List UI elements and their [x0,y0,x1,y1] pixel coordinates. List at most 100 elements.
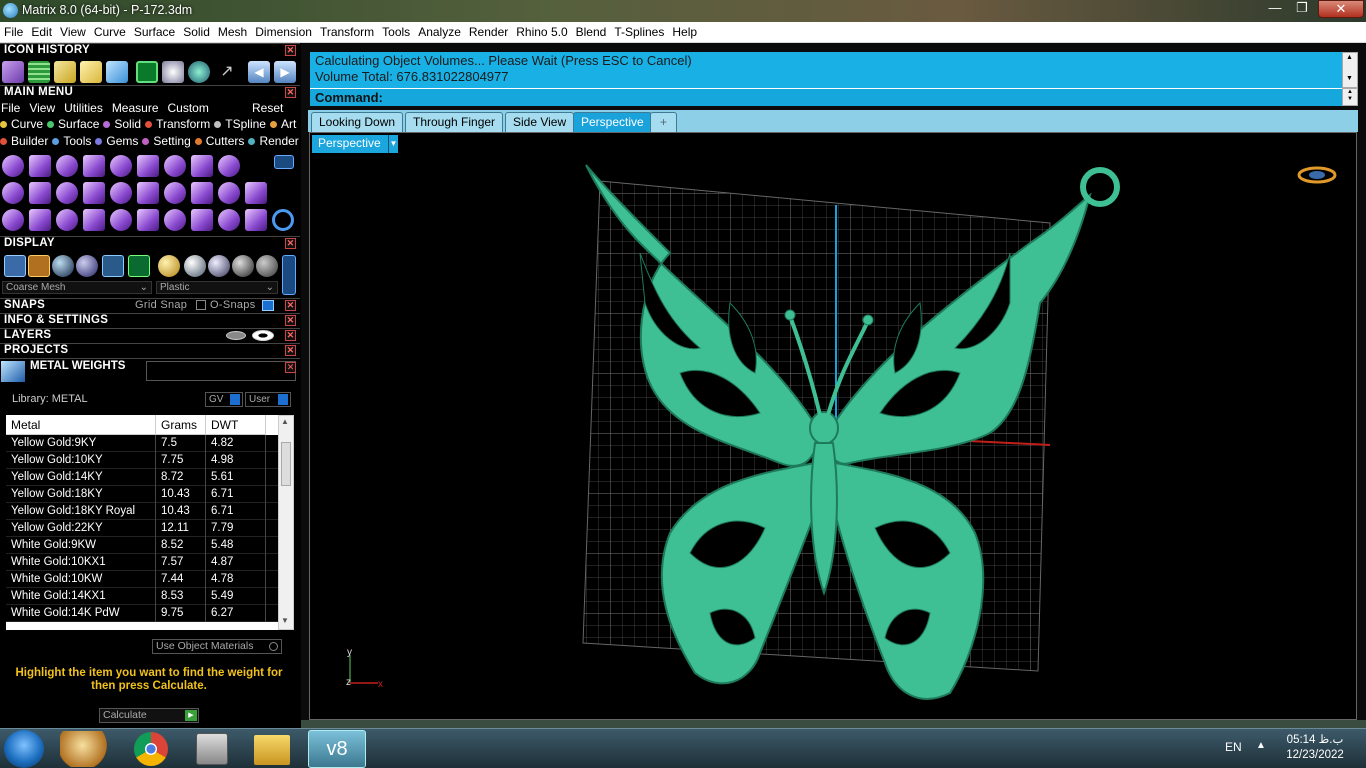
calculator-icon[interactable] [196,733,228,765]
material-select[interactable]: Plastic ⌄ [156,281,278,294]
start-button-icon[interactable] [4,730,44,768]
close-icon[interactable]: ✕ [285,345,296,356]
tray-expand-icon[interactable]: ▲ [1256,740,1266,751]
resize-icon[interactable]: ↗ [216,61,238,83]
cube-solid-icon[interactable] [29,182,51,204]
move-tool-icon[interactable] [110,209,132,231]
globe-icon[interactable] [188,61,210,83]
cylinder-solid-icon[interactable] [137,182,159,204]
splash-tool-icon[interactable] [164,209,186,231]
table-row[interactable]: White Gold:14K PdW 9.75 6.27 [6,605,278,622]
menu-mesh[interactable]: Mesh [214,22,251,43]
cylinder-tool-icon[interactable] [191,155,213,177]
xray-icon[interactable] [102,255,124,277]
table-row[interactable]: Yellow Gold:10KY 7.75 4.98 [6,452,278,469]
close-icon[interactable]: ✕ [285,315,296,326]
menu-tools[interactable]: Tools [378,22,414,43]
tab-through-finger[interactable]: Through Finger [405,112,504,132]
menu-curve[interactable]: Curve [90,22,130,43]
split-tool-icon[interactable] [83,209,105,231]
category-surface[interactable]: Surface [47,117,99,131]
scroll-down-icon[interactable]: ▼ [1346,75,1353,82]
info-settings-header[interactable]: INFO & SETTINGS ✕ [0,313,300,327]
clock[interactable]: 05:14 ب.ظ 12/23/2022 [1270,733,1360,763]
category-render[interactable]: Render [248,134,299,148]
arc-rotate-icon[interactable] [29,209,51,231]
ghosted-icon[interactable] [28,255,50,277]
scroll-thumb[interactable] [281,442,291,486]
chrome-icon[interactable] [134,732,168,766]
menu-blend[interactable]: Blend [572,22,611,43]
scroll-up-icon[interactable]: ▲ [281,417,289,426]
box-array-icon[interactable] [54,61,76,83]
folder-icon[interactable] [254,735,290,765]
category-tspline[interactable]: TSpline [214,117,266,131]
table-row[interactable]: White Gold:10KX1 7.57 4.87 [6,554,278,571]
command-input[interactable]: Command: [310,88,1342,106]
minimize-icon[interactable]: — [1262,0,1288,18]
close-icon[interactable]: ✕ [285,238,296,249]
calculate-button[interactable]: Calculate ▶ [99,708,199,723]
menu-edit[interactable]: Edit [27,22,56,43]
sphere-tool-icon[interactable] [2,155,24,177]
table-row[interactable]: Yellow Gold:18KY 10.43 6.71 [6,486,278,503]
scroll-down-icon[interactable]: ▼ [281,616,289,625]
gear-tool-icon[interactable] [83,155,105,177]
paraboloid-icon[interactable] [245,182,267,204]
menu-render[interactable]: Render [465,22,512,43]
close-icon[interactable]: ✕ [1318,0,1364,18]
array-tool-icon[interactable] [2,209,24,231]
category-art[interactable]: Art [269,117,296,131]
close-icon[interactable]: ✕ [285,87,296,98]
scroll-up-icon[interactable]: ▲ [1346,54,1353,61]
display-scroll-icon[interactable] [282,255,296,295]
category-gems[interactable]: Gems [95,134,138,148]
menu-rhino[interactable]: Rhino 5.0 [512,22,571,43]
column-header-grams[interactable]: Grams [156,415,206,435]
mm-view[interactable]: View [28,100,55,116]
cone-icon[interactable] [106,61,128,83]
table-row[interactable]: White Gold:10KW 7.44 4.78 [6,571,278,588]
menu-transform[interactable]: Transform [316,22,378,43]
mm-measure[interactable]: Measure [111,100,159,116]
table-row[interactable]: Yellow Gold:9KY 7.5 4.82 [6,435,278,452]
torus-icon[interactable] [110,182,132,204]
matte-material-icon[interactable] [232,255,254,277]
category-solid[interactable]: Solid [103,117,141,131]
main-menu-header[interactable]: MAIN MENU ✕ [0,85,300,99]
sphere-solid-icon[interactable] [56,182,78,204]
edit-tool-icon[interactable] [191,209,213,231]
spiral-tool-icon[interactable] [29,155,51,177]
gv-toggle[interactable]: GV [205,392,243,407]
snaps-toggle-icon[interactable] [262,300,274,311]
snaps-header[interactable]: SNAPS Grid Snap O-Snaps ✕ [0,298,300,312]
column-header-metal[interactable]: Metal [6,415,156,435]
icon-history-header[interactable]: ICON HISTORY ✕ [0,43,300,57]
selection-tool-icon[interactable] [274,155,294,169]
menu-dimension[interactable]: Dimension [251,22,316,43]
osnap-checkbox[interactable] [196,300,206,310]
perspective-viewport[interactable]: Perspective ▼ y z x [309,132,1357,720]
back-arrow-icon[interactable]: ◀ [248,61,270,83]
mirror-tool-icon[interactable] [218,209,240,231]
scale-tool-icon[interactable] [137,209,159,231]
menu-analyze[interactable]: Analyze [414,22,465,43]
cone-icon[interactable] [191,182,213,204]
menu-view[interactable]: View [56,22,90,43]
user-toggle[interactable]: User [245,392,291,407]
bend-tool-icon[interactable] [2,182,24,204]
matrix-app-taskbar-icon[interactable]: v8 [308,730,366,768]
layers-header[interactable]: LAYERS ✕ [0,328,300,342]
mm-custom[interactable]: Custom [167,100,209,116]
table-row[interactable]: Yellow Gold:18KY Royal 10.43 6.71 [6,503,278,520]
artistic-icon[interactable] [128,255,150,277]
category-tools[interactable]: Tools [52,134,91,148]
cursor-icon[interactable] [162,61,184,83]
column-header-dwt[interactable]: DWT [206,415,266,435]
table-scrollbar[interactable]: ▲ ▼ [278,415,294,630]
table-row[interactable]: Yellow Gold:22KY 12.11 7.79 [6,520,278,537]
rotate-view-icon[interactable] [1297,166,1337,184]
add-tab-icon[interactable]: + [650,112,677,132]
category-setting[interactable]: Setting [142,134,191,148]
box-icon[interactable] [80,61,102,83]
